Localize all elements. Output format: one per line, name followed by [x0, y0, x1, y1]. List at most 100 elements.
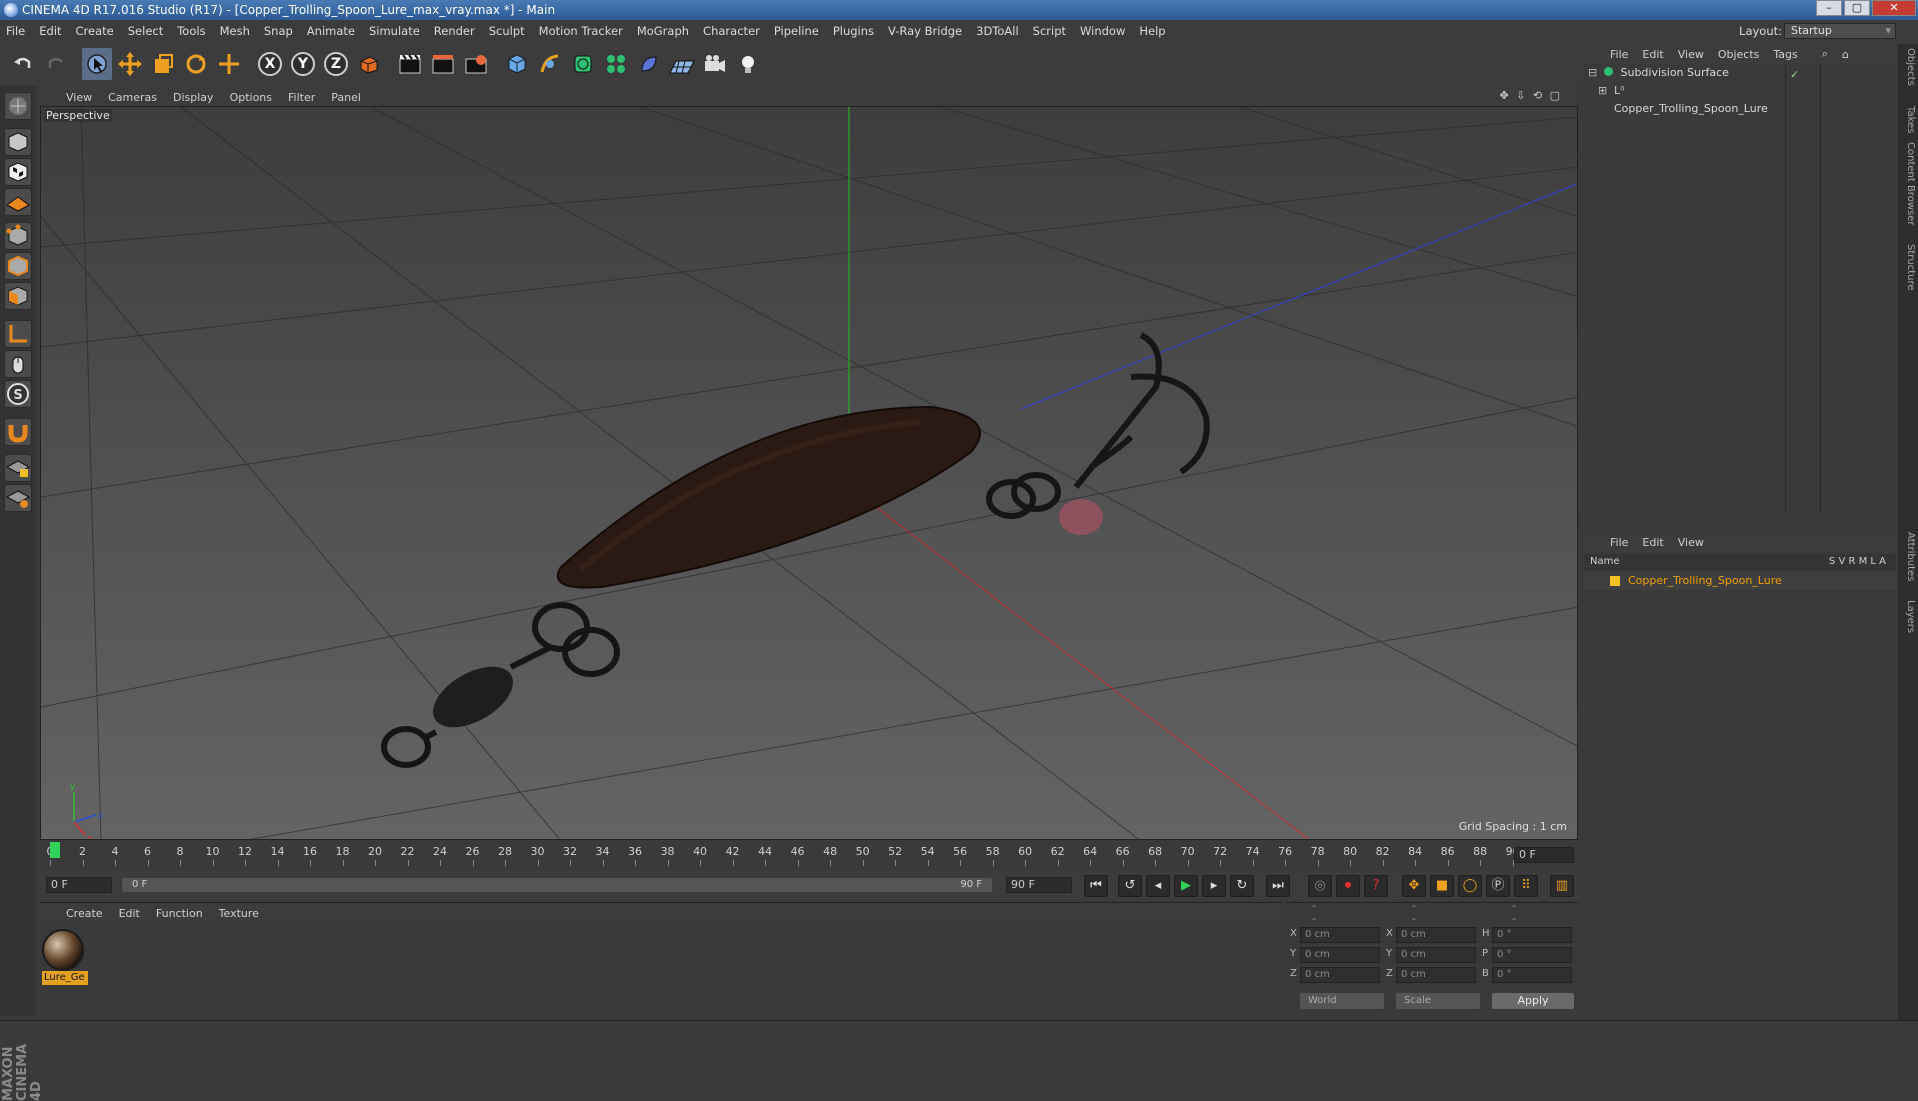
recent-tool-button[interactable]: [214, 48, 244, 80]
cloner-button[interactable]: [601, 48, 631, 80]
frame-range-slider[interactable]: 0 F 90 F: [122, 878, 992, 892]
apply-button[interactable]: Apply: [1492, 993, 1574, 1009]
expand-icon[interactable]: ⊞: [1598, 82, 1607, 100]
objects-menu-view[interactable]: View: [1678, 48, 1704, 61]
menu-character[interactable]: Character: [703, 24, 760, 38]
undo-button[interactable]: [8, 48, 38, 80]
menu-snap[interactable]: Snap: [264, 24, 293, 38]
menu-simulate[interactable]: Simulate: [369, 24, 420, 38]
pla-key-button[interactable]: ⠿: [1514, 875, 1538, 897]
objects-menu-file[interactable]: File: [1610, 48, 1628, 61]
objects-menu-edit[interactable]: Edit: [1642, 48, 1663, 61]
texture-mode-button[interactable]: [4, 158, 32, 186]
rotation-b-field[interactable]: 0 °: [1492, 967, 1572, 983]
layer-color-swatch[interactable]: [1610, 576, 1620, 586]
previous-key-button[interactable]: ↺: [1118, 875, 1142, 897]
edges-mode-button[interactable]: [4, 252, 32, 280]
record-button[interactable]: ⏺: [1336, 875, 1360, 897]
tab-content-browser[interactable]: Content Browser: [1900, 142, 1916, 225]
lock-workplane-button[interactable]: [4, 454, 32, 482]
menu-edit[interactable]: Edit: [39, 24, 61, 38]
render-view-button[interactable]: [395, 48, 425, 80]
menu-file[interactable]: File: [6, 24, 25, 38]
rotate-key-button[interactable]: ◯: [1458, 875, 1482, 897]
tab-attributes[interactable]: Attributes: [1900, 532, 1916, 581]
cube-button[interactable]: [502, 48, 532, 80]
move-key-button[interactable]: ✥: [1402, 875, 1426, 897]
viewport-menu-view[interactable]: View: [66, 91, 92, 104]
axis-mode-button[interactable]: [4, 320, 32, 348]
step-forward-button[interactable]: ▸: [1202, 875, 1226, 897]
scale-button[interactable]: [148, 48, 178, 80]
material-menu-create[interactable]: Create: [66, 907, 103, 920]
maximize-button[interactable]: ▢: [1844, 0, 1870, 16]
magnet-button[interactable]: [4, 418, 32, 446]
material-menu-edit[interactable]: Edit: [119, 907, 140, 920]
move-button[interactable]: [115, 48, 145, 80]
tab-layers[interactable]: Layers: [1900, 600, 1916, 633]
objects-menu-objects[interactable]: Objects: [1718, 48, 1760, 61]
menu-animate[interactable]: Animate: [307, 24, 355, 38]
viewport-menu-options[interactable]: Options: [230, 91, 272, 104]
tab-structure[interactable]: Structure: [1900, 244, 1916, 291]
rotation-p-field[interactable]: 0 °: [1492, 947, 1572, 963]
visibility-check-icon[interactable]: ✓: [1790, 68, 1799, 81]
render-picture-viewer-button[interactable]: [428, 48, 458, 80]
menu-tools[interactable]: Tools: [177, 24, 205, 38]
size-y-field[interactable]: 0 cm: [1396, 947, 1476, 963]
viewport-menu-display[interactable]: Display: [173, 91, 214, 104]
camera-button[interactable]: [700, 48, 730, 80]
material-menu-texture[interactable]: Texture: [219, 907, 259, 920]
rotate-button[interactable]: [181, 48, 211, 80]
menu-mesh[interactable]: Mesh: [220, 24, 250, 38]
points-mode-button[interactable]: [4, 222, 32, 250]
menu-3dtoall[interactable]: 3DToAll: [976, 24, 1019, 38]
menu-render[interactable]: Render: [434, 24, 475, 38]
position-z-field[interactable]: 0 cm: [1300, 967, 1380, 983]
workplane-mode-button[interactable]: [4, 188, 32, 216]
go-to-end-button[interactable]: ⏭: [1266, 875, 1290, 897]
size-x-field[interactable]: 0 cm: [1396, 927, 1476, 943]
deformer-button[interactable]: [634, 48, 664, 80]
objects-menu-tags[interactable]: Tags: [1773, 48, 1797, 61]
menu-sculpt[interactable]: Sculpt: [489, 24, 525, 38]
layers-menu-edit[interactable]: Edit: [1642, 536, 1663, 549]
scale-key-button[interactable]: ■: [1430, 875, 1454, 897]
y-axis-button[interactable]: Y: [288, 48, 318, 80]
size-z-field[interactable]: 0 cm: [1396, 967, 1476, 983]
coordinate-mode-dropdown[interactable]: World: [1300, 993, 1384, 1009]
minimize-button[interactable]: –: [1816, 0, 1842, 16]
object-row-subdivision-surface[interactable]: ⊟ Subdivision Surface: [1584, 64, 1784, 82]
workplane-align-button[interactable]: [4, 484, 32, 512]
viewport-menu-filter[interactable]: Filter: [288, 91, 315, 104]
coordinate-system-button[interactable]: [354, 48, 384, 80]
position-x-field[interactable]: 0 cm: [1300, 927, 1380, 943]
polygons-mode-button[interactable]: [4, 282, 32, 310]
tweak-mode-button[interactable]: [4, 350, 32, 378]
redo-button[interactable]: [41, 48, 71, 80]
tab-objects[interactable]: Objects: [1900, 48, 1916, 86]
viewport-navigation-icons[interactable]: ✥ ⇩ ⟲ ▢: [1499, 89, 1562, 102]
menu-pipeline[interactable]: Pipeline: [774, 24, 819, 38]
menu-window[interactable]: Window: [1080, 24, 1125, 38]
search-icon[interactable]: ⌕: [1822, 47, 1828, 61]
layout-dropdown[interactable]: Startup: [1784, 23, 1896, 39]
edit-render-settings-button[interactable]: [461, 48, 491, 80]
tab-takes[interactable]: Takes: [1900, 106, 1916, 133]
perspective-viewport[interactable]: y z x Perspective Grid Spacing : 1 cm: [40, 106, 1578, 840]
menu-help[interactable]: Help: [1139, 24, 1165, 38]
live-selection-button[interactable]: [82, 48, 112, 80]
floor-button[interactable]: [667, 48, 697, 80]
start-frame-field[interactable]: 0 F: [46, 877, 112, 893]
model-mode-button[interactable]: [4, 128, 32, 156]
x-axis-button[interactable]: X: [255, 48, 285, 80]
step-back-button[interactable]: ◂: [1146, 875, 1170, 897]
end-frame-field[interactable]: 90 F: [1006, 877, 1072, 893]
timeline-button[interactable]: ▥: [1550, 875, 1574, 897]
timeline-playhead[interactable]: [50, 842, 60, 858]
menu-select[interactable]: Select: [128, 24, 163, 38]
light-button[interactable]: [733, 48, 763, 80]
keyframe-selection-button[interactable]: ◎: [1308, 875, 1332, 897]
menu-vray-bridge[interactable]: V-Ray Bridge: [888, 24, 962, 38]
material-menu-function[interactable]: Function: [156, 907, 203, 920]
